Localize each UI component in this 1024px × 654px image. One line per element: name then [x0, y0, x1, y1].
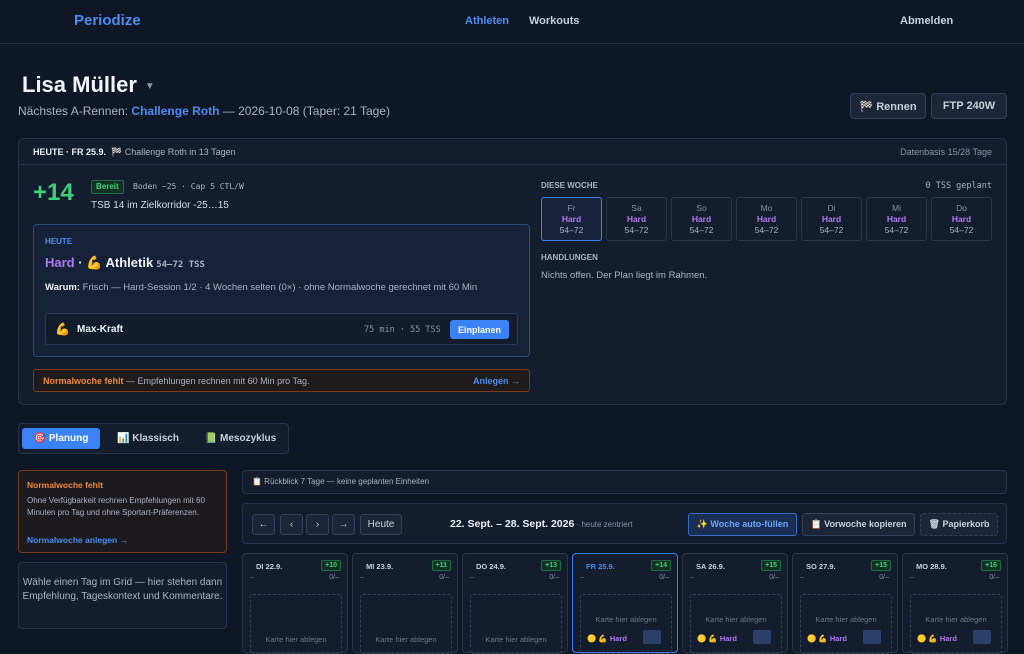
create-normal-week-link[interactable]: Anlegen → — [473, 376, 520, 386]
chip-handle[interactable] — [863, 630, 881, 644]
nav-first-button[interactable]: ← — [252, 514, 275, 535]
actions-text: Nichts offen. Der Plan liegt im Rahmen. — [541, 270, 708, 281]
day-column[interactable]: DO 24.9. +13 –0/– Karte hier ablegen — [462, 553, 568, 654]
race-countdown: 🏁 Challenge Roth in 13 Tagen — [111, 147, 236, 157]
week-label: DIESE WOCHE — [541, 181, 598, 190]
day-detail-hint: Wähle einen Tag im Grid — hier stehen da… — [18, 562, 227, 629]
workout-name: Max-Kraft — [77, 324, 124, 335]
auto-fill-week-button[interactable]: ✨ Woche auto-füllen — [688, 513, 797, 536]
athlete-selector[interactable]: Lisa Müller ▼ — [22, 72, 155, 98]
tsb-badge: +13 — [541, 560, 561, 571]
view-tabs: 🎯 Planung 📊 Klassisch 📗 Mesozyklus — [18, 423, 289, 454]
tsb-badge: +14 — [651, 560, 671, 571]
drop-zone[interactable]: Karte hier ablegen — [250, 594, 342, 654]
tsb-badge: +15 — [761, 560, 781, 571]
brand-logo[interactable]: Periodize — [74, 12, 141, 29]
normal-week-warning: Normalwoche fehlt — Empfehlungen rechnen… — [33, 369, 530, 392]
nav-prev-button[interactable]: ‹ — [280, 514, 303, 535]
tsb-badge: +15 — [871, 560, 891, 571]
muscle-icon: 💪 — [55, 322, 70, 336]
nav-next-button[interactable]: › — [306, 514, 329, 535]
chip-handle[interactable] — [753, 630, 771, 644]
sidebar-normal-week-warning: Normalwoche fehlt Ohne Verfügbarkeit rec… — [18, 470, 227, 553]
week-day-mo[interactable]: Mo Hard 54–72 — [736, 197, 797, 241]
today-button[interactable]: Heute — [360, 514, 402, 535]
week-day-so[interactable]: So Hard 54–72 — [671, 197, 732, 241]
nav-last-button[interactable]: → — [332, 514, 355, 535]
tsb-value: +14 — [33, 179, 74, 206]
card-label: HEUTE — [45, 237, 73, 246]
workout-meta: 75 min · 55 TSS — [364, 325, 441, 335]
top-nav: Periodize Athleten Workouts Abmelden — [0, 0, 1024, 44]
today-recommendation-card: HEUTE Hard · 💪 Athletik 54–72 TSS Warum: … — [33, 224, 530, 357]
day-column[interactable]: SO 27.9. +15 –0/– Karte hier ablegen 🟡 💪 … — [792, 553, 898, 654]
recommendation-chip[interactable]: 🟡 💪 Hard — [697, 634, 737, 643]
week-day-fr[interactable]: Fr Hard 54–72 — [541, 197, 602, 241]
week-day-di[interactable]: Di Hard 54–72 — [801, 197, 862, 241]
date-range: 22. Sept. – 28. Sept. 2026 · heute zentr… — [450, 518, 633, 530]
tab-planung[interactable]: 🎯 Planung — [22, 428, 100, 449]
athlete-name: Lisa Müller — [22, 72, 137, 97]
tsb-meta: Boden −25 · Cap 5 CTL/W — [133, 182, 244, 191]
race-link[interactable]: Challenge Roth — [131, 104, 219, 118]
tsb-description: TSB 14 im Zielkorridor -25…15 — [91, 200, 229, 211]
drop-zone[interactable]: Karte hier ablegen — [360, 594, 452, 654]
drop-zone[interactable]: Karte hier ablegen — [910, 594, 1002, 654]
drop-zone[interactable]: Karte hier ablegen — [470, 594, 562, 654]
day-column[interactable]: MI 23.9. +11 –0/– Karte hier ablegen — [352, 553, 458, 654]
card-title: Hard · 💪 Athletik 54–72 TSS — [45, 255, 205, 270]
drop-zone[interactable]: Karte hier ablegen — [690, 594, 782, 654]
tab-mesozyklus[interactable]: 📗 Mesozyklus — [194, 428, 287, 449]
recommendation-chip[interactable]: 🟡 💪 Hard — [587, 634, 627, 643]
workout-row[interactable]: 💪 Max-Kraft 75 min · 55 TSS Einplanen — [45, 313, 518, 345]
recommendation-chip[interactable]: 🟡 💪 Hard — [807, 634, 847, 643]
tsb-badge: +11 — [431, 560, 451, 571]
week-day-do[interactable]: Do Hard 54–72 — [931, 197, 992, 241]
tsb-badge: +10 — [321, 560, 341, 571]
chip-handle[interactable] — [973, 630, 991, 644]
recommendation-chip[interactable]: 🟡 💪 Hard — [917, 634, 957, 643]
divider — [19, 164, 1006, 165]
drop-zone[interactable]: Karte hier ablegen — [580, 594, 672, 654]
review-7-days[interactable]: 📋 Rückblick 7 Tage — keine geplanten Ein… — [242, 470, 1007, 494]
today-header: HEUTE · FR 25.9. 🏁 Challenge Roth in 13 … — [33, 147, 236, 157]
card-reason: Warum: Frisch — Hard-Session 1/2 · 4 Woc… — [45, 282, 478, 293]
week-tss: 0 TSS geplant — [925, 181, 992, 191]
chip-handle[interactable] — [643, 630, 661, 644]
races-button[interactable]: 🏁 Rennen — [850, 93, 926, 119]
trash-button[interactable]: 🗑 Papierkorb — [920, 513, 998, 536]
tsb-badge: +16 — [981, 560, 1001, 571]
tab-klassisch[interactable]: 📊 Klassisch — [104, 428, 192, 449]
create-normal-week-link-sidebar[interactable]: Normalwoche anlegen → — [27, 535, 128, 545]
schedule-button[interactable]: Einplanen — [450, 320, 509, 339]
actions-label: HANDLUNGEN — [541, 253, 598, 262]
next-race-line: Nächstes A-Rennen: Challenge Roth — 2026… — [18, 104, 390, 118]
planner-toolbar: ← ‹ › → Heute 22. Sept. – 28. Sept. 2026… — [242, 503, 1007, 544]
data-basis: Datenbasis 15/28 Tage — [900, 147, 992, 157]
copy-previous-week-button[interactable]: 📋 Vorwoche kopieren — [802, 513, 915, 536]
day-column[interactable]: DI 22.9. +10 –0/– Karte hier ablegen — [242, 553, 348, 654]
nav-workouts[interactable]: Workouts — [529, 15, 580, 27]
week-day-mi[interactable]: Mi Hard 54–72 — [866, 197, 927, 241]
today-panel: HEUTE · FR 25.9. 🏁 Challenge Roth in 13 … — [18, 138, 1007, 405]
ftp-button[interactable]: FTP 240W — [931, 93, 1007, 119]
status-badge: Bereit — [91, 180, 124, 194]
day-column[interactable]: MO 28.9. +16 –0/– Karte hier ablegen 🟡 💪 … — [902, 553, 1008, 654]
day-column-today[interactable]: FR 25.9. +14 –0/– Karte hier ablegen 🟡 💪 … — [572, 553, 678, 654]
day-column[interactable]: SA 26.9. +15 –0/– Karte hier ablegen 🟡 💪 … — [682, 553, 788, 654]
week-day-sa[interactable]: Sa Hard 54–72 — [606, 197, 667, 241]
logout-link[interactable]: Abmelden — [900, 15, 953, 27]
drop-zone[interactable]: Karte hier ablegen — [800, 594, 892, 654]
chevron-down-icon: ▼ — [144, 80, 155, 92]
nav-athleten[interactable]: Athleten — [465, 15, 509, 27]
